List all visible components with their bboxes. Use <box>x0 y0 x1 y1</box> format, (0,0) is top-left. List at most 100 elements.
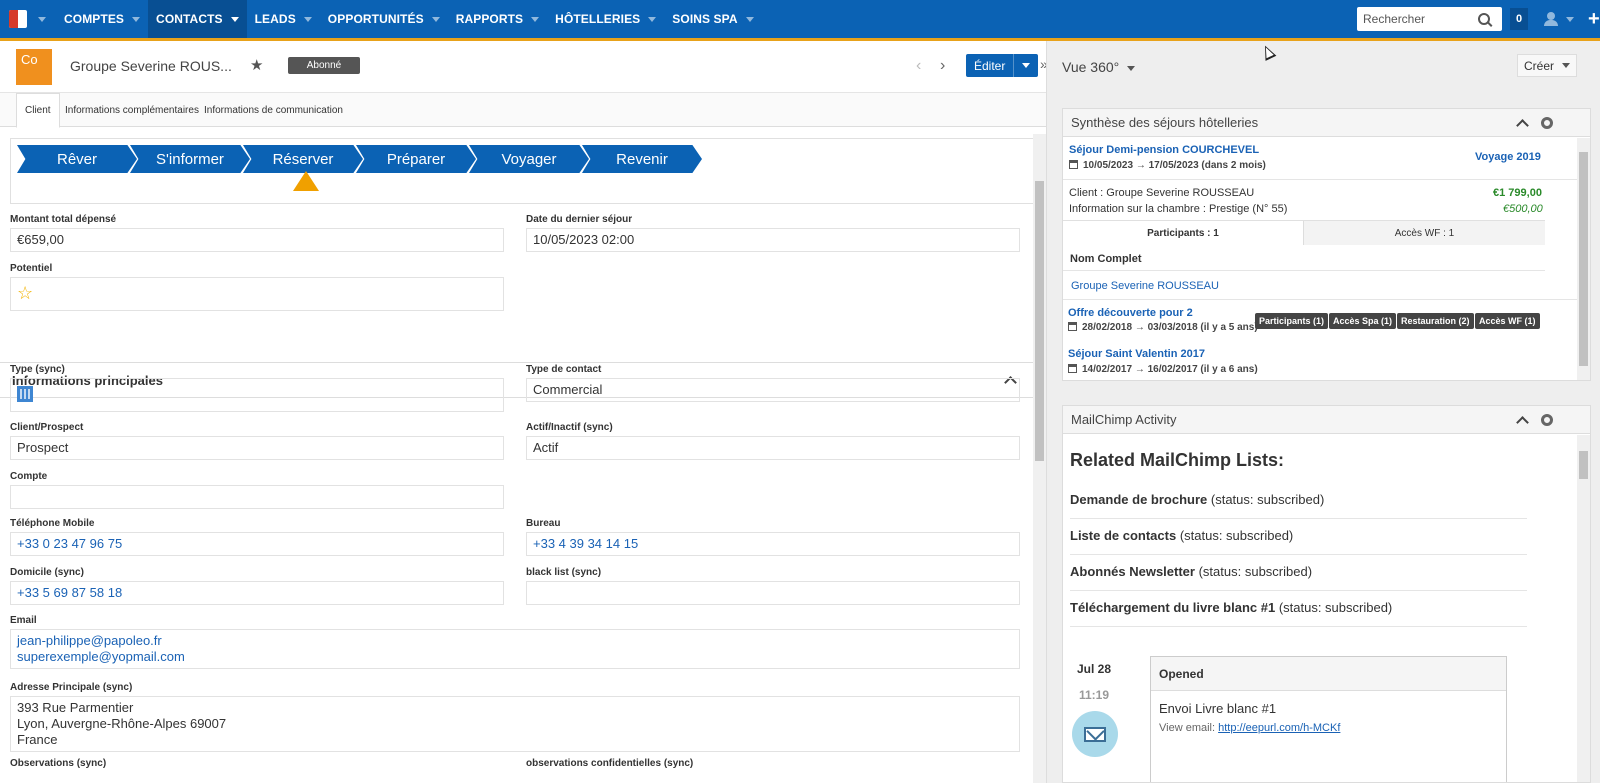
type-contact-value[interactable]: Commercial <box>526 378 1020 402</box>
mailchimp-list-item: Demande de brochure (status: subscribed) <box>1070 492 1527 519</box>
nav-hotelleries[interactable]: HÔTELLERIES <box>547 0 664 38</box>
field-label: Bureau <box>526 518 561 529</box>
vue-360-title[interactable]: Vue 360° <box>1062 59 1136 75</box>
sejour-1-tag-link[interactable]: Voyage 2019 <box>1475 151 1541 163</box>
tab-informations-complementaires[interactable]: Informations complémentaires <box>57 93 207 127</box>
chevron-up-icon[interactable] <box>1516 119 1529 132</box>
nav-opportunites[interactable]: OPPORTUNITÉS <box>320 0 448 38</box>
adresse-value[interactable]: 393 Rue Parmentier Lyon, Auvergne-Rhône-… <box>10 696 1020 752</box>
calendar-icon <box>1069 160 1078 169</box>
nav-comptes[interactable]: COMPTES <box>56 0 148 38</box>
montant-value[interactable]: €659,00 <box>10 228 504 252</box>
next-record-icon[interactable]: › <box>940 57 945 75</box>
field-label: Observations (sync) <box>10 758 107 769</box>
field-label: Date du dernier séjour <box>526 214 633 225</box>
nav-label: RAPPORTS <box>455 12 524 26</box>
chevron-up-icon[interactable] <box>1516 416 1529 429</box>
field-label: Type (sync) <box>10 364 65 375</box>
dashlet-scrollbar[interactable] <box>1577 435 1590 782</box>
search-input[interactable] <box>1363 12 1478 26</box>
tab-acces-wf[interactable]: Accès WF : 1 <box>1303 221 1545 245</box>
chip-acces-spa[interactable]: Accès Spa (1) <box>1329 313 1397 329</box>
col-nom-complet: Nom Complet <box>1070 253 1142 265</box>
edit-button-label[interactable]: Éditer <box>966 54 1015 77</box>
participant-link[interactable]: Groupe Severine ROUSSEAU <box>1071 280 1219 292</box>
calendar-icon <box>1068 322 1077 331</box>
chevron-down-icon[interactable] <box>132 16 141 22</box>
chevron-down-icon[interactable] <box>431 16 440 22</box>
adresse-line: 393 Rue Parmentier <box>17 700 134 715</box>
dashlet-scrollbar-thumb[interactable] <box>1579 152 1588 366</box>
bureau-link[interactable]: +33 4 39 34 14 15 <box>526 532 1020 556</box>
nav-leads[interactable]: LEADS <box>247 0 320 38</box>
dashlet-scrollbar-thumb[interactable] <box>1579 451 1588 479</box>
blacklist-value[interactable] <box>526 581 1020 605</box>
calendar-icon <box>1068 364 1077 373</box>
user-menu-caret-icon[interactable] <box>1566 16 1574 22</box>
tab-client[interactable]: Client <box>16 93 60 128</box>
current-stage-marker-icon <box>293 171 319 191</box>
sejour-3-link[interactable]: Séjour Saint Valentin 2017 <box>1068 348 1205 360</box>
search-icon[interactable] <box>1478 13 1490 25</box>
user-icon[interactable] <box>1544 12 1558 26</box>
compte-value[interactable] <box>10 485 504 509</box>
edit-dropdown-toggle[interactable] <box>1014 63 1038 68</box>
nav-rapports[interactable]: RAPPORTS <box>448 0 547 38</box>
actif-value[interactable]: Actif <box>526 436 1020 460</box>
field-label: Compte <box>10 471 48 482</box>
chip-restauration[interactable]: Restauration (2) <box>1397 313 1474 329</box>
cube-logo-icon <box>9 10 27 28</box>
stage-rever[interactable]: Rêver <box>17 145 137 173</box>
chevron-down-icon[interactable] <box>531 16 540 22</box>
gear-icon[interactable] <box>1541 117 1553 129</box>
chevron-down-icon[interactable] <box>303 16 312 22</box>
potentiel-value[interactable]: ☆ <box>10 277 504 311</box>
email-link[interactable]: superexemple@yopmail.com <box>17 649 1013 665</box>
nav-soins-spa[interactable]: SOINS SPA <box>664 0 761 38</box>
tel-mobile-link[interactable]: +33 0 23 47 96 75 <box>10 532 504 556</box>
nav-right-tools: 0 + <box>1357 0 1600 38</box>
client-prospect-value[interactable]: Prospect <box>10 436 504 460</box>
logo-caret-icon[interactable] <box>38 16 46 22</box>
nav-contacts[interactable]: CONTACTS <box>148 0 247 38</box>
adresse-line: Lyon, Auvergne-Rhône-Alpes 69007 <box>17 716 227 731</box>
sejour-2-dates: 28/02/2018 → 03/03/2018 (il y a 5 ans) <box>1068 322 1258 333</box>
create-button[interactable]: Créer <box>1517 54 1578 77</box>
type-value[interactable] <box>10 378 504 412</box>
stage-sinformer[interactable]: S'informer <box>130 145 250 173</box>
edit-button[interactable]: Éditer <box>966 54 1039 77</box>
chip-participants[interactable]: Participants (1) <box>1255 313 1329 329</box>
chevron-down-icon[interactable] <box>745 16 754 22</box>
nav-label: SOINS SPA <box>672 12 738 26</box>
domicile-link[interactable]: +33 5 69 87 58 18 <box>10 581 504 605</box>
chip-acces-wf[interactable]: Accès WF (1) <box>1475 313 1540 329</box>
stage-voyager[interactable]: Voyager <box>469 145 589 173</box>
sejour-1-link[interactable]: Séjour Demi-pension COURCHEVEL <box>1069 144 1259 156</box>
stage-revenir[interactable]: Revenir <box>582 145 702 173</box>
chevron-down-icon <box>1562 63 1571 68</box>
field-label: Adresse Principale (sync) <box>10 682 133 693</box>
field-label: observations confidentielles (sync) <box>526 758 694 769</box>
view-email-link[interactable]: http://eepurl.com/h-MCKf <box>1218 722 1340 734</box>
main-scrollbar-thumb[interactable] <box>1035 181 1044 461</box>
record-tabs: Client Informations complémentaires Info… <box>0 93 1046 128</box>
email-link[interactable]: jean-philippe@papoleo.fr <box>17 633 1013 649</box>
previous-record-icon[interactable]: ‹ <box>916 57 921 75</box>
gear-icon[interactable] <box>1541 414 1553 426</box>
chevron-down-icon[interactable] <box>230 16 239 22</box>
sejour-2-link[interactable]: Offre découverte pour 2 <box>1068 307 1193 319</box>
app-logo[interactable] <box>0 0 36 38</box>
star-outline-icon[interactable]: ☆ <box>17 283 33 303</box>
tab-informations-communication[interactable]: Informations de communication <box>196 93 351 127</box>
list-status: (status: subscribed) <box>1207 492 1325 507</box>
tab-participants[interactable]: Participants : 1 <box>1063 221 1303 245</box>
chevron-down-icon[interactable] <box>648 16 657 22</box>
mailchimp-list-item: Liste de contacts (status: subscribed) <box>1070 528 1527 555</box>
stage-reserver[interactable]: Réserver <box>243 145 363 173</box>
favorite-star-icon[interactable]: ★ <box>250 56 263 74</box>
plus-icon[interactable]: + <box>1588 8 1600 31</box>
dernier-sejour-value[interactable]: 10/05/2023 02:00 <box>526 228 1020 252</box>
notifications-badge[interactable]: 0 <box>1510 8 1528 30</box>
stage-preparer[interactable]: Préparer <box>356 145 476 173</box>
date-text: 10/05/2023 → 17/05/2023 (dans 2 mois) <box>1083 160 1266 171</box>
